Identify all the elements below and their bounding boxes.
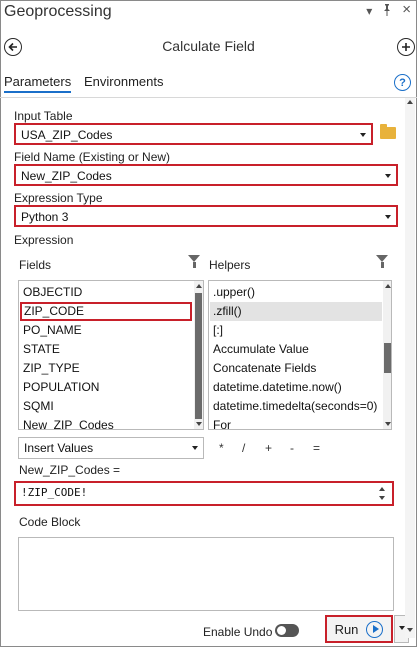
- input-table-label: Input Table: [14, 109, 73, 123]
- input-table-value: USA_ZIP_Codes: [21, 128, 113, 142]
- scroll-up-icon[interactable]: [379, 487, 385, 491]
- play-icon: [366, 620, 384, 638]
- operator-minus-button[interactable]: -: [290, 441, 294, 455]
- helper-item[interactable]: Accumulate Value: [213, 340, 309, 359]
- expression-label: Expression: [14, 233, 74, 247]
- run-button[interactable]: Run: [325, 615, 393, 643]
- field-item[interactable]: SQMI: [23, 397, 54, 416]
- chevron-down-icon: [385, 215, 391, 219]
- pin-icon[interactable]: [382, 4, 392, 19]
- fields-scrollbar[interactable]: [194, 281, 203, 429]
- filter-fields-icon[interactable]: [188, 255, 200, 268]
- helper-item[interactable]: datetime.timedelta(seconds=0): [213, 397, 377, 416]
- helpers-label: Helpers: [209, 258, 251, 272]
- add-tool-button[interactable]: [397, 38, 415, 56]
- fields-scroll-thumb[interactable]: [195, 293, 202, 419]
- expression-type-select[interactable]: Python 3: [14, 205, 398, 227]
- expression-value: !ZIP_CODE!: [21, 486, 88, 499]
- chevron-down-icon: [385, 174, 391, 178]
- expression-target-label: New_ZIP_Codes =: [19, 463, 121, 477]
- fields-label: Fields: [19, 258, 52, 272]
- field-item[interactable]: POPULATION: [23, 378, 99, 397]
- operator-equals-button[interactable]: =: [313, 441, 320, 455]
- insert-values-select[interactable]: Insert Values: [18, 437, 204, 459]
- enable-undo-toggle[interactable]: [275, 624, 299, 637]
- pane-close-button[interactable]: ×: [402, 2, 411, 19]
- scroll-down-icon[interactable]: [195, 422, 202, 426]
- helper-item[interactable]: [:]: [213, 321, 223, 340]
- tab-parameters[interactable]: Parameters: [4, 74, 72, 93]
- field-item[interactable]: New_ZIP_Codes: [23, 416, 114, 429]
- pane-title: Geoprocessing: [4, 3, 112, 20]
- input-table-select[interactable]: USA_ZIP_Codes: [14, 123, 373, 145]
- field-item-selected[interactable]: ZIP_CODE: [20, 302, 192, 321]
- scroll-up-icon[interactable]: [195, 284, 202, 288]
- filter-helpers-icon[interactable]: [376, 255, 388, 268]
- code-block-input[interactable]: [18, 537, 394, 611]
- scroll-down-icon[interactable]: [407, 628, 413, 632]
- pane-scrollbar[interactable]: [405, 98, 415, 638]
- insert-values-value: Insert Values: [24, 441, 94, 455]
- helper-item[interactable]: Concatenate Fields: [213, 359, 316, 378]
- helpers-scrollbar[interactable]: [383, 281, 391, 429]
- field-name-select[interactable]: New_ZIP_Codes: [14, 164, 398, 186]
- field-name-label: Field Name (Existing or New): [14, 150, 171, 164]
- tab-environments[interactable]: Environments: [84, 74, 163, 89]
- helper-item[interactable]: .upper(): [213, 283, 255, 302]
- operator-divide-button[interactable]: /: [242, 441, 245, 455]
- run-label: Run: [334, 621, 359, 637]
- chevron-down-icon: [192, 446, 198, 450]
- tool-title: Calculate Field: [162, 38, 255, 54]
- scroll-down-icon[interactable]: [384, 422, 391, 426]
- tabs-divider: [0, 97, 417, 98]
- scroll-down-icon[interactable]: [379, 496, 385, 500]
- helper-item[interactable]: datetime.datetime.now(): [213, 378, 342, 397]
- pane-title-buttons: ▾ ×: [366, 2, 411, 19]
- helpers-scroll-thumb[interactable]: [384, 343, 391, 373]
- helper-item-selected[interactable]: .zfill(): [210, 302, 382, 321]
- chevron-down-icon: [360, 133, 366, 137]
- operator-multiply-button[interactable]: *: [219, 441, 224, 455]
- pane-menu-button[interactable]: ▾: [366, 4, 372, 19]
- field-item[interactable]: OBJECTID: [23, 283, 82, 302]
- plus-circle-icon: [402, 43, 410, 51]
- help-button[interactable]: ?: [394, 74, 411, 91]
- expression-input[interactable]: !ZIP_CODE!: [14, 481, 394, 506]
- field-item[interactable]: ZIP_TYPE: [23, 359, 80, 378]
- helper-item[interactable]: For: [213, 416, 231, 429]
- enable-undo-label: Enable Undo: [203, 625, 273, 639]
- expression-type-value: Python 3: [21, 210, 69, 224]
- fields-list[interactable]: OBJECTID ZIP_CODE PO_NAME STATE ZIP_TYPE…: [18, 280, 204, 430]
- scroll-up-icon[interactable]: [384, 284, 391, 288]
- code-block-label: Code Block: [19, 515, 81, 529]
- field-item[interactable]: STATE: [23, 340, 60, 359]
- folder-icon[interactable]: [380, 124, 396, 139]
- field-item[interactable]: PO_NAME: [23, 321, 82, 340]
- helpers-list[interactable]: .upper() .zfill() [:] Accumulate Value C…: [208, 280, 392, 430]
- field-name-value: New_ZIP_Codes: [21, 169, 112, 183]
- operator-plus-button[interactable]: +: [265, 441, 272, 455]
- scroll-up-icon[interactable]: [407, 100, 413, 104]
- toggle-knob: [277, 626, 286, 635]
- expression-type-label: Expression Type: [14, 191, 103, 205]
